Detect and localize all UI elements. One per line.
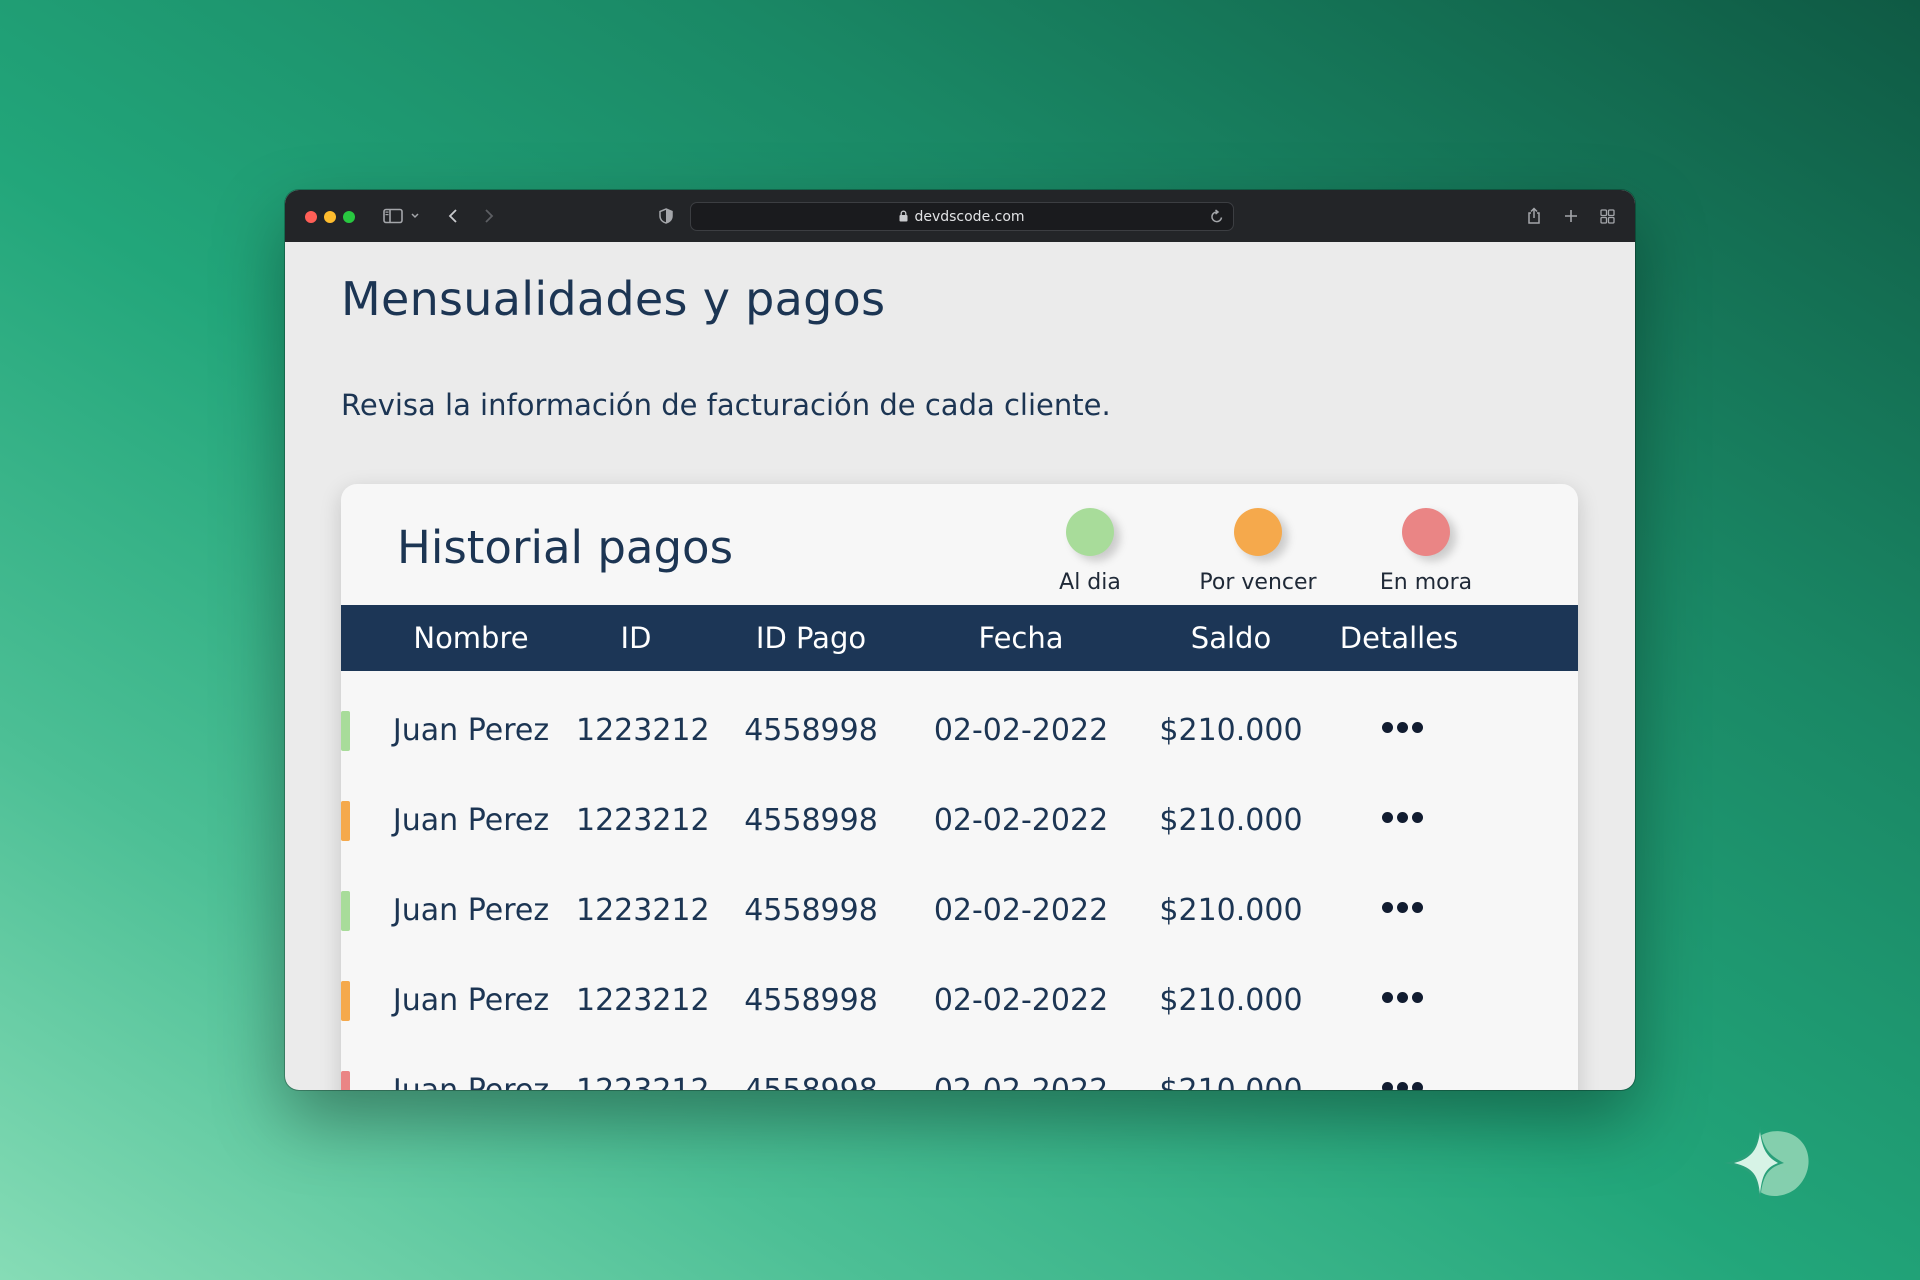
cell-fecha: 02-02-2022 <box>921 1044 1121 1090</box>
dot <box>1382 812 1393 823</box>
tab-overview-icon[interactable] <box>1598 204 1616 228</box>
cell-nombre: Juan Perez <box>392 713 550 748</box>
zoom-window-button[interactable] <box>343 211 355 223</box>
column-header-fecha[interactable]: Fecha <box>921 605 1121 671</box>
status-indicator <box>341 891 350 931</box>
column-header-nombre[interactable]: Nombre <box>371 605 571 671</box>
sparkle-play-logo <box>1724 1126 1809 1202</box>
table-row[interactable]: Juan Perez 1223212 4558998 02-02-2022 $210.0… <box>341 954 1578 1044</box>
more-dots-icon[interactable] <box>1382 992 1423 1003</box>
dot <box>1397 812 1408 823</box>
legend-dot-orange <box>1234 508 1282 556</box>
table-row[interactable]: Juan Perez 1223212 4558998 02-02-2022 $210.0… <box>341 774 1578 864</box>
cell-id-pago: 4558998 <box>744 893 878 928</box>
table-row[interactable]: Juan Perez 1223212 4558998 02-02-2022 $210.0… <box>341 684 1578 774</box>
dot <box>1382 902 1393 913</box>
dot <box>1397 902 1408 913</box>
dot <box>1382 1082 1393 1090</box>
card-title: Historial pagos <box>397 521 734 574</box>
share-icon[interactable] <box>1525 204 1543 228</box>
more-dots-icon[interactable] <box>1382 812 1423 823</box>
cell-saldo: $210.000 <box>1131 1044 1331 1090</box>
close-window-button[interactable] <box>305 211 317 223</box>
cell-nombre: Juan Perez <box>371 1044 571 1090</box>
legend-dot-red <box>1402 508 1450 556</box>
legend-item-por-vencer: Por vencer <box>1183 508 1333 595</box>
dot <box>1382 722 1393 733</box>
cell-saldo: $210.000 <box>1159 893 1303 928</box>
cell-id: 1223212 <box>576 803 710 838</box>
dot <box>1397 1082 1408 1090</box>
dot <box>1397 722 1408 733</box>
legend-label: Al dia <box>1059 570 1121 595</box>
status-indicator <box>341 1071 350 1090</box>
status-indicator <box>341 711 350 751</box>
cell-nombre: Juan Perez <box>392 983 550 1018</box>
more-dots-icon[interactable] <box>1382 1082 1423 1090</box>
address-bar[interactable]: devdscode.com <box>690 202 1234 231</box>
browser-window: devdscode.com Mensualidades y pagos Revi… <box>285 190 1635 1090</box>
dot <box>1412 992 1423 1003</box>
column-header-id[interactable]: ID <box>576 605 696 671</box>
cell-id: 1223212 <box>576 983 710 1018</box>
cell-id: 1223212 <box>576 1044 710 1090</box>
more-dots-icon[interactable] <box>1382 722 1423 733</box>
cell-id-pago: 4558998 <box>744 803 878 838</box>
lock-icon <box>899 207 908 226</box>
column-header-detalles[interactable]: Detalles <box>1299 605 1499 671</box>
dot <box>1412 722 1423 733</box>
cell-fecha: 02-02-2022 <box>933 983 1109 1018</box>
page-subtitle: Revisa la información de facturación de … <box>341 388 1111 422</box>
page-content: Mensualidades y pagos Revisa la informac… <box>285 242 1635 1090</box>
dot <box>1382 992 1393 1003</box>
table-row[interactable]: Juan Perez 1223212 4558998 02-02-2022 $210.0… <box>341 864 1578 954</box>
column-header-id-pago[interactable]: ID Pago <box>711 605 911 671</box>
cell-nombre: Juan Perez <box>392 893 550 928</box>
legend-item-al-dia: Al dia <box>1015 508 1165 595</box>
legend-label: En mora <box>1379 570 1473 595</box>
cell-saldo: $210.000 <box>1159 713 1303 748</box>
cell-nombre: Juan Perez <box>392 803 550 838</box>
legend-item-en-mora: En mora <box>1351 508 1501 595</box>
minimize-window-button[interactable] <box>324 211 336 223</box>
dot <box>1412 1082 1423 1090</box>
forward-arrow-icon[interactable] <box>481 204 497 228</box>
cell-saldo: $210.000 <box>1159 983 1303 1018</box>
more-dots-icon[interactable] <box>1382 902 1423 913</box>
dot <box>1397 992 1408 1003</box>
legend-dot-green <box>1066 508 1114 556</box>
chevron-down-icon[interactable] <box>409 204 421 228</box>
reload-icon[interactable] <box>1210 209 1224 228</box>
table-row[interactable]: Juan Perez1223212455899802-02-2022$210.0… <box>341 1044 1578 1090</box>
sidebar-toggle-icon[interactable] <box>382 204 404 228</box>
page-title: Mensualidades y pagos <box>341 272 886 326</box>
legend-label: Por vencer <box>1199 570 1317 595</box>
new-tab-icon[interactable] <box>1562 204 1580 228</box>
cell-id-pago: 4558998 <box>744 983 878 1018</box>
privacy-shield-icon[interactable] <box>657 204 675 228</box>
cell-fecha: 02-02-2022 <box>933 893 1109 928</box>
cell-id-pago: 4558998 <box>744 713 878 748</box>
cell-fecha: 02-02-2022 <box>933 803 1109 838</box>
table-header: Nombre ID ID Pago Fecha Saldo Detalles <box>341 605 1578 671</box>
browser-toolbar: devdscode.com <box>285 190 1635 242</box>
url-text: devdscode.com <box>914 208 1025 225</box>
payment-history-card: Historial pagos Al dia Por vencer En mor… <box>341 484 1578 1090</box>
status-indicator <box>341 981 350 1021</box>
cell-id-pago: 4558998 <box>711 1044 911 1090</box>
dot <box>1412 902 1423 913</box>
cell-id: 1223212 <box>576 713 710 748</box>
cell-saldo: $210.000 <box>1159 803 1303 838</box>
back-arrow-icon[interactable] <box>445 204 461 228</box>
dot <box>1412 812 1423 823</box>
cell-id: 1223212 <box>576 893 710 928</box>
status-indicator <box>341 801 350 841</box>
cell-fecha: 02-02-2022 <box>933 713 1109 748</box>
